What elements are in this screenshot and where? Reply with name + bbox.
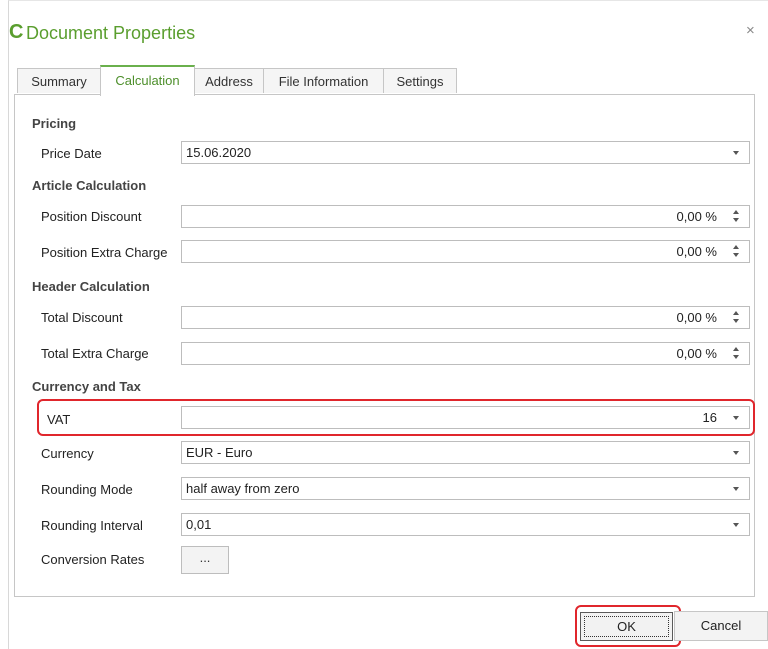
chevron-down-icon[interactable] <box>733 451 739 455</box>
app-logo-icon: C <box>9 21 24 43</box>
ok-highlight <box>575 605 681 647</box>
section-article-calculation: Article Calculation <box>32 178 147 193</box>
section-header-calculation: Header Calculation <box>32 279 150 294</box>
total-extra-charge-field[interactable]: 0,00 % <box>181 342 750 365</box>
position-discount-value: 0,00 % <box>676 209 717 224</box>
vat-highlight <box>37 399 755 436</box>
total-extra-charge-value: 0,00 % <box>676 346 717 361</box>
cancel-button[interactable]: Cancel <box>674 611 768 641</box>
rounding-interval-dropdown[interactable]: 0,01 <box>181 513 750 536</box>
spinner-icon[interactable] <box>733 346 741 361</box>
rounding-interval-label: Rounding Interval <box>41 518 143 533</box>
currency-value: EUR - Euro <box>186 445 253 460</box>
currency-label: Currency <box>41 446 94 461</box>
rounding-mode-value: half away from zero <box>186 481 300 496</box>
total-discount-value: 0,00 % <box>676 310 717 325</box>
position-extra-charge-value: 0,00 % <box>676 244 717 259</box>
chevron-down-icon[interactable] <box>733 487 739 491</box>
close-icon[interactable]: × <box>746 22 755 40</box>
conversion-rates-button[interactable]: ... <box>181 546 229 574</box>
position-extra-charge-label: Position Extra Charge <box>41 245 168 260</box>
price-date-dropdown[interactable]: 15.06.2020 <box>181 141 750 164</box>
chevron-down-icon[interactable] <box>733 523 739 527</box>
currency-dropdown[interactable]: EUR - Euro <box>181 441 750 464</box>
rounding-mode-dropdown[interactable]: half away from zero <box>181 477 750 500</box>
total-discount-field[interactable]: 0,00 % <box>181 306 750 329</box>
spinner-icon[interactable] <box>733 209 741 224</box>
tab-address[interactable]: Address <box>194 68 264 93</box>
chevron-down-icon[interactable] <box>733 151 739 155</box>
dialog-title: Document Properties <box>26 23 196 43</box>
rounding-interval-value: 0,01 <box>186 517 212 532</box>
position-extra-charge-field[interactable]: 0,00 % <box>181 240 750 263</box>
section-currency-and-tax: Currency and Tax <box>32 379 141 394</box>
tab-summary[interactable]: Summary <box>17 68 101 93</box>
price-date-label: Price Date <box>41 146 102 161</box>
total-discount-label: Total Discount <box>41 310 123 325</box>
conversion-rates-label: Conversion Rates <box>41 552 145 567</box>
total-extra-charge-label: Total Extra Charge <box>41 346 149 361</box>
tab-file-information[interactable]: File Information <box>263 68 384 93</box>
tab-calculation[interactable]: Calculation <box>100 65 195 96</box>
section-pricing: Pricing <box>32 116 77 131</box>
position-discount-label: Position Discount <box>41 209 142 224</box>
spinner-icon[interactable] <box>733 244 741 259</box>
spinner-icon[interactable] <box>733 310 741 325</box>
tab-settings[interactable]: Settings <box>383 68 457 93</box>
rounding-mode-label: Rounding Mode <box>41 482 133 497</box>
price-date-value: 15.06.2020 <box>186 145 252 160</box>
position-discount-field[interactable]: 0,00 % <box>181 205 750 228</box>
